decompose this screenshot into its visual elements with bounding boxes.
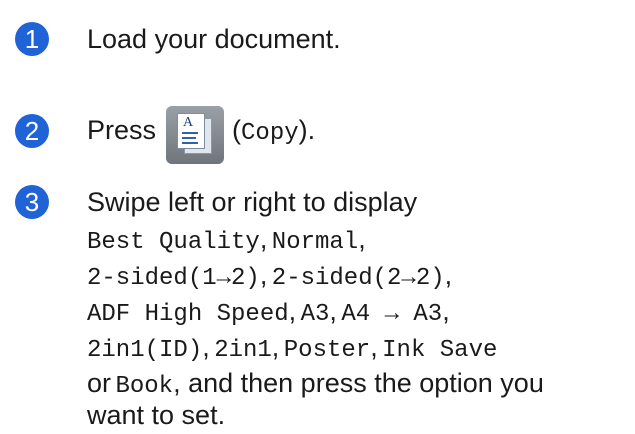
copy-icon-rule bbox=[182, 131, 199, 134]
separator: , bbox=[444, 260, 453, 290]
copy-icon-letter: A bbox=[183, 114, 194, 130]
option-poster: Poster bbox=[283, 337, 371, 364]
or-word: or bbox=[87, 368, 112, 398]
step-1-badge: 1 bbox=[15, 22, 49, 56]
step-2-badge: 2 bbox=[15, 114, 49, 148]
step-3-options-line-2: 2-sided(1→2), 2-sided(2→2), bbox=[87, 258, 452, 297]
separator: , bbox=[259, 260, 268, 290]
step-3-tail-line-2: want to set. bbox=[87, 400, 226, 430]
separator: , bbox=[202, 332, 210, 362]
option-2in1-id: 2in1(ID) bbox=[87, 337, 203, 364]
copy-icon-rule bbox=[182, 141, 199, 144]
separator: , bbox=[271, 332, 280, 362]
separator: , bbox=[259, 224, 268, 254]
separator: , bbox=[442, 296, 450, 326]
paren-close: ). bbox=[298, 115, 316, 145]
separator: , bbox=[329, 296, 337, 326]
option-best-quality: Best Quality bbox=[87, 229, 260, 256]
option-adf-high-speed: ADF High Speed bbox=[87, 301, 289, 328]
press-label: Press bbox=[87, 115, 157, 145]
step-2-line: Press A (Copy). bbox=[87, 98, 315, 167]
step-1-text: Load your document. bbox=[87, 24, 341, 54]
copy-icon[interactable]: A bbox=[166, 105, 225, 164]
option-2-sided-1-2: 2-sided(1→2) bbox=[87, 265, 260, 292]
step-3-intro: Swipe left or right to display bbox=[87, 187, 418, 217]
step-3-options-line-4: 2in1(ID), 2in1, Poster, Ink Save bbox=[87, 330, 497, 369]
option-book: Book bbox=[115, 373, 174, 400]
separator: , bbox=[358, 224, 366, 254]
option-ink-save: Ink Save bbox=[382, 337, 498, 364]
copy-icon-rule bbox=[182, 136, 197, 139]
copy-code: Copy bbox=[241, 120, 299, 147]
separator: , bbox=[370, 332, 378, 362]
option-2-sided-2-2: 2-sided(2→2) bbox=[271, 265, 445, 292]
option-normal: Normal bbox=[271, 229, 359, 256]
step-3-options-line-3: ADF High Speed, A3, A4 → A3, bbox=[87, 294, 450, 333]
paren-open: ( bbox=[232, 115, 242, 145]
copy-icon-front-sheet: A bbox=[177, 112, 206, 149]
step-3-badge: 3 bbox=[15, 185, 49, 219]
separator: , bbox=[288, 296, 297, 326]
step-3-options-line-1: Best Quality, Normal, bbox=[87, 222, 366, 261]
option-a4-to-a3: A4 → A3 bbox=[341, 301, 443, 328]
option-a3: A3 bbox=[300, 301, 330, 328]
option-2in1: 2in1 bbox=[214, 337, 272, 364]
step-3-tail-text: , and then press the option you bbox=[173, 368, 544, 398]
